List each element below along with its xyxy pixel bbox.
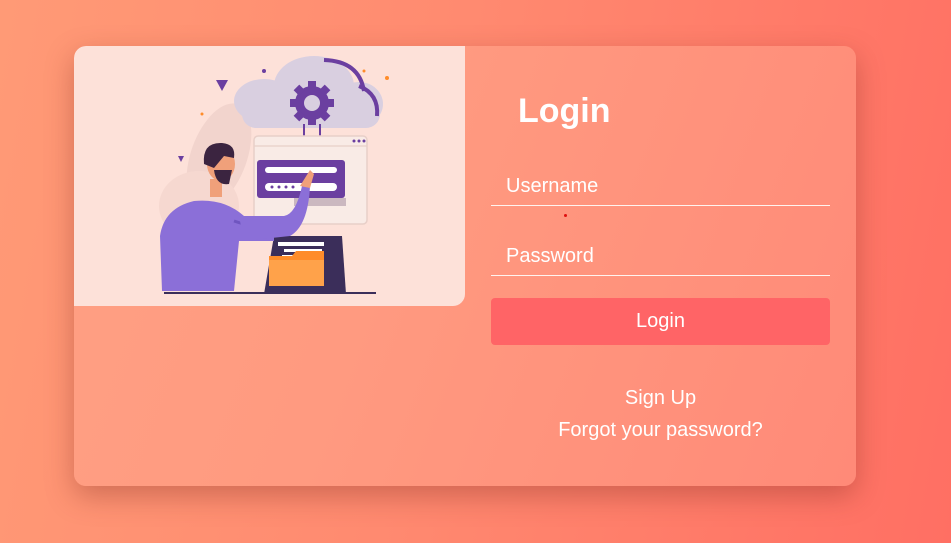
login-card: Login Login Sign Up Forgot your password… — [74, 46, 856, 486]
sign-up-link[interactable]: Sign Up — [491, 387, 830, 410]
login-button[interactable]: Login — [491, 298, 830, 345]
login-title: Login — [518, 92, 611, 130]
person-cloud-illustration-icon — [159, 56, 389, 294]
login-illustration — [74, 46, 465, 306]
login-form: Login Login Sign Up Forgot your password… — [491, 46, 831, 486]
password-input[interactable] — [491, 238, 830, 276]
forgot-password-link[interactable]: Forgot your password? — [491, 419, 830, 442]
cursor-dot — [564, 214, 567, 217]
username-input[interactable] — [491, 168, 830, 206]
